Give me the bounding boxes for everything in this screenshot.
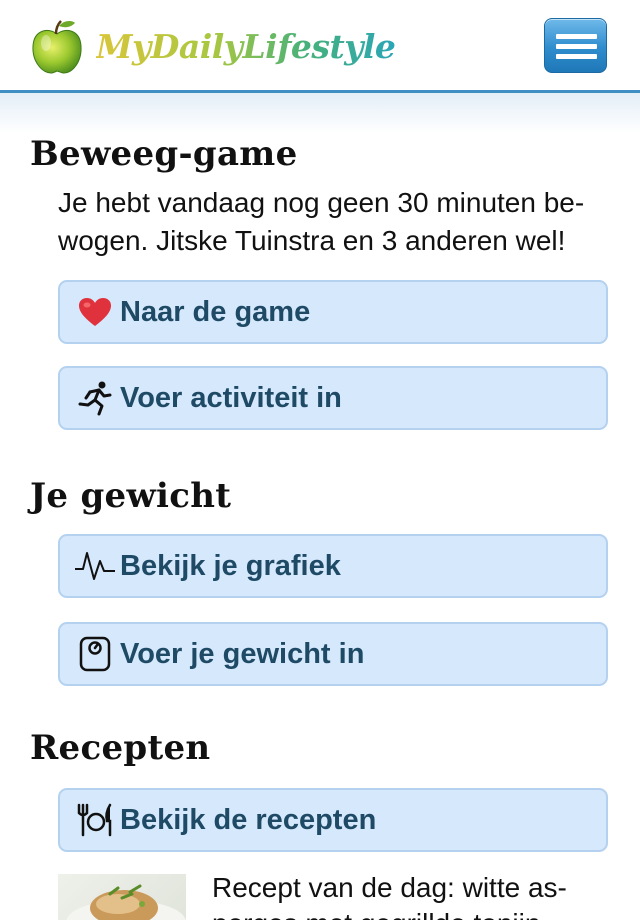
recipe-of-day-text[interactable]: Recept van de dag: witte as­perges met g… bbox=[212, 870, 612, 920]
menu-button[interactable] bbox=[544, 18, 607, 73]
apple-icon bbox=[32, 20, 82, 74]
naar-de-game-button[interactable]: Naar de game bbox=[58, 280, 608, 344]
naar-de-game-label: Naar de game bbox=[120, 295, 311, 328]
hamburger-menu-icon bbox=[556, 34, 597, 39]
header-shadow bbox=[0, 93, 640, 133]
voer-je-gewicht-in-label: Voer je gewicht in bbox=[120, 637, 365, 670]
recipe-of-day-image[interactable] bbox=[58, 874, 186, 920]
fork-plate-knife-icon bbox=[70, 800, 120, 840]
voer-activiteit-in-button[interactable]: Voer activiteit in bbox=[58, 366, 608, 430]
voer-je-gewicht-in-button[interactable]: Voer je gewicht in bbox=[58, 622, 608, 686]
app-header: MyDailyLifestyle bbox=[0, 0, 640, 92]
scale-icon bbox=[70, 634, 120, 674]
pulse-graph-icon bbox=[70, 546, 120, 586]
bekijk-de-recepten-button[interactable]: Bekijk de recepten bbox=[58, 788, 608, 852]
beweeg-intro-text: Je hebt vandaag nog geen 30 minuten be­w… bbox=[58, 187, 585, 256]
logo[interactable]: MyDailyLifestyle bbox=[30, 18, 396, 76]
bekijk-je-grafiek-button[interactable]: Bekijk je grafiek bbox=[58, 534, 608, 598]
section-title-recepten: Recepten bbox=[30, 728, 211, 768]
bekijk-je-grafiek-label: Bekijk je grafiek bbox=[120, 549, 341, 582]
logo-text: MyDailyLifestyle bbox=[96, 18, 396, 76]
bekijk-de-recepten-label: Bekijk de recepten bbox=[120, 803, 377, 836]
heart-icon bbox=[70, 292, 120, 332]
section-title-je-gewicht: Je gewicht bbox=[30, 476, 232, 516]
voer-activiteit-in-label: Voer activiteit in bbox=[120, 381, 342, 414]
section-title-beweeg-game: Beweeg-game bbox=[30, 134, 298, 174]
running-person-icon bbox=[70, 378, 120, 418]
